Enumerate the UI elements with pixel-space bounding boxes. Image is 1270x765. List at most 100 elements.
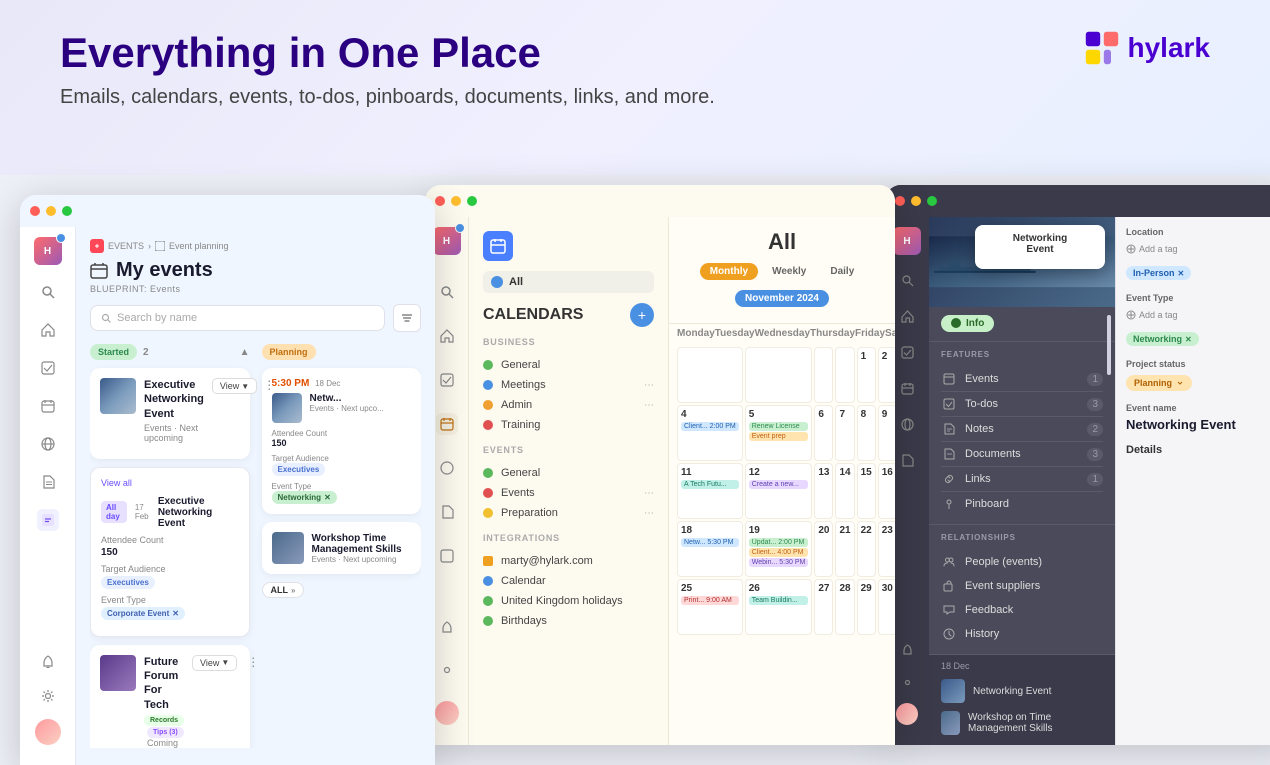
feature-events-row[interactable]: Events 1 (941, 367, 1103, 392)
s2-nav-check[interactable] (436, 369, 458, 391)
s3-avatar[interactable] (896, 703, 918, 725)
event-tech-11[interactable]: A Tech Futu... (681, 480, 739, 489)
cal-cell-15[interactable]: 15 (857, 463, 876, 519)
col-chevron-started[interactable]: ▲ (240, 347, 250, 358)
event-team-26[interactable]: Team Buildin... (749, 596, 809, 605)
s2-nav-settings[interactable] (436, 659, 458, 681)
location-tag-remove[interactable]: ✕ (1178, 269, 1185, 278)
cal-item-meetings[interactable]: Meetings ⋯ (483, 375, 654, 395)
view-button-executive[interactable]: View ▼ (212, 378, 257, 394)
cal-cell-12[interactable]: 12 Create a new... (745, 463, 813, 519)
sidebar-nav-calendar[interactable] (37, 395, 59, 417)
sidebar-nav-doc[interactable] (37, 471, 59, 493)
cal-cell-18[interactable]: 18 Netw... 5:30 PM (677, 521, 743, 577)
cal-cell-7[interactable]: 7 (835, 405, 854, 461)
daily-view-btn[interactable]: Daily (820, 263, 864, 280)
cal-item-email[interactable]: marty@hylark.com (483, 551, 654, 571)
event-prep-5[interactable]: Event prep (749, 432, 809, 441)
cal-cell-5[interactable]: 5 Renew License Event prep (745, 405, 813, 461)
cal-cell-28[interactable]: 28 (835, 579, 854, 635)
eventtype-tag-right-remove[interactable]: ✕ (1185, 335, 1192, 344)
cal-cell-empty1[interactable] (677, 347, 743, 403)
cal-cell-1[interactable]: 1 (857, 347, 876, 403)
more-button-executive[interactable]: ⋮ (261, 378, 277, 394)
s3-nav-check[interactable] (896, 341, 918, 363)
more-button-future[interactable]: ⋮ (245, 655, 261, 669)
cal-cell-14[interactable]: 14 (835, 463, 854, 519)
calendar-all-item[interactable]: All (483, 271, 654, 293)
feature-notes-row[interactable]: Notes 2 (941, 417, 1103, 442)
cal-cell-19[interactable]: 19 Updat... 2:00 PM Client... 4:00 PM We… (745, 521, 813, 577)
monthly-view-btn[interactable]: Monthly (700, 263, 758, 280)
all-badge-planning[interactable]: ALL » (262, 582, 305, 598)
feature-todos-row[interactable]: To-dos 3 (941, 392, 1103, 417)
cal-cell-21[interactable]: 21 (835, 521, 854, 577)
cal-cell-16[interactable]: 16 (878, 463, 895, 519)
feature-pinboard-row[interactable]: Pinboard (941, 492, 1103, 516)
cal-item-training[interactable]: Training (483, 415, 654, 435)
s2-nav-doc[interactable] (436, 501, 458, 523)
s3-nav-search[interactable] (896, 269, 918, 291)
cal-cell-8[interactable]: 8 (857, 405, 876, 461)
cal-cell-empty2[interactable] (745, 347, 813, 403)
planning-eventtype-remove[interactable]: ✕ (324, 493, 331, 502)
rel-history-row[interactable]: History (941, 622, 1103, 646)
sidebar-nav-search[interactable] (37, 281, 59, 303)
sidebar-nav-globe[interactable] (37, 433, 59, 455)
sidebar-nav-check[interactable] (37, 357, 59, 379)
cal-cell-25[interactable]: 25 Print... 9:00 AM (677, 579, 743, 635)
s2-nav-bell[interactable] (436, 617, 458, 639)
event-client-19[interactable]: Client... 4:00 PM (749, 548, 809, 557)
cal-item-calendar[interactable]: Calendar (483, 571, 654, 591)
cal-item-uk-holidays[interactable]: United Kingdom holidays (483, 591, 654, 611)
rel-people-row[interactable]: People (events) (941, 550, 1103, 574)
eventtype-add-tag[interactable]: Add a tag (1126, 310, 1178, 320)
cal-cell-2[interactable]: 2 (878, 347, 895, 403)
eventtype-tag-remove[interactable]: ✕ (172, 609, 179, 618)
s2-nav-globe[interactable] (436, 457, 458, 479)
search-input[interactable]: Search by name (90, 305, 385, 331)
cal-item-birthdays[interactable]: Birthdays (483, 611, 654, 631)
event-netw-18[interactable]: Netw... 5:30 PM (681, 538, 739, 547)
event-renew-5[interactable]: Renew License (749, 422, 809, 431)
filter-button[interactable] (393, 304, 421, 332)
s2-nav-search[interactable] (436, 281, 458, 303)
s2-avatar[interactable] (435, 701, 459, 725)
cal-cell-30[interactable]: 30 (878, 579, 895, 635)
cal-cell-26[interactable]: 26 Team Buildin... (745, 579, 813, 635)
cal-item-ev-general[interactable]: General (483, 463, 654, 483)
sidebar-nav-events[interactable] (37, 509, 59, 531)
s3-nav-bell[interactable] (896, 639, 918, 661)
bottom-event-networking[interactable]: Networking Event (941, 675, 1103, 707)
s3-nav-globe[interactable] (896, 413, 918, 435)
cal-cell-27[interactable]: 27 (814, 579, 833, 635)
weekly-view-btn[interactable]: Weekly (762, 263, 816, 280)
event-create-12[interactable]: Create a new... (749, 480, 809, 489)
view-all-link[interactable]: View all (101, 478, 132, 488)
event-client-4[interactable]: Client... 2:00 PM (681, 422, 739, 431)
s3-nav-doc[interactable] (896, 449, 918, 471)
cal-item-general[interactable]: General (483, 355, 654, 375)
cal-cell-23[interactable]: 23 (878, 521, 895, 577)
bottom-event-workshop[interactable]: Workshop on Time Management Skills (941, 707, 1103, 739)
cal-cell-4[interactable]: 4 Client... 2:00 PM (677, 405, 743, 461)
s3-nav-settings[interactable] (896, 671, 918, 693)
sidebar-nav-settings[interactable] (37, 685, 59, 707)
s2-nav-calendar-active[interactable] (436, 413, 458, 435)
screen1-avatar[interactable] (35, 719, 61, 745)
feature-documents-row[interactable]: Documents 3 (941, 442, 1103, 467)
cal-item-admin[interactable]: Admin ⋯ (483, 395, 654, 415)
cal-item-preparation[interactable]: Preparation ⋯ (483, 503, 654, 523)
cal-cell-6[interactable]: 6 (814, 405, 833, 461)
info-badge[interactable]: Info (941, 315, 994, 332)
cal-cell-empty4[interactable] (835, 347, 854, 403)
location-add-tag[interactable]: Add a tag (1126, 244, 1178, 254)
s2-nav-home[interactable] (436, 325, 458, 347)
sidebar-nav-bell[interactable] (37, 651, 59, 673)
event-webin-19[interactable]: Webin... 5:30 PM (749, 558, 809, 567)
s2-nav-events[interactable] (436, 545, 458, 567)
rel-feedback-row[interactable]: Feedback (941, 598, 1103, 622)
feature-links-row[interactable]: Links 1 (941, 467, 1103, 492)
cal-cell-13[interactable]: 13 (814, 463, 833, 519)
rel-suppliers-row[interactable]: Event suppliers (941, 574, 1103, 598)
